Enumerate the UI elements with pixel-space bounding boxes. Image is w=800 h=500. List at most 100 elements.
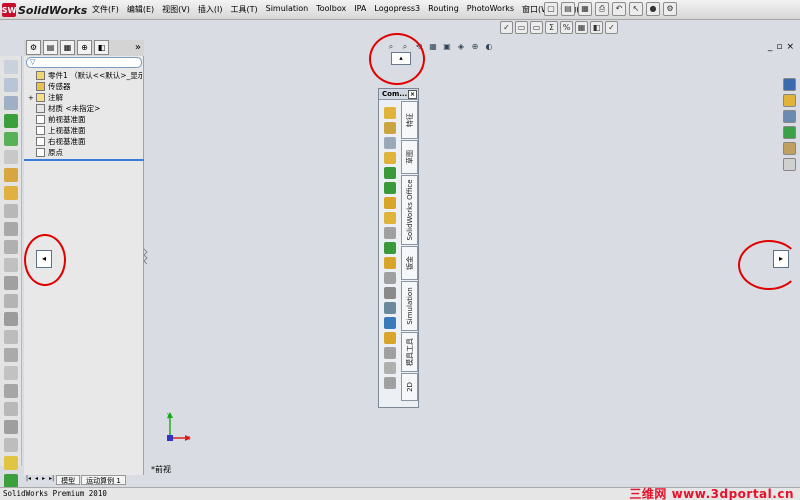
- command-manager-tab[interactable]: 特征: [401, 101, 418, 139]
- tool-icon[interactable]: [4, 150, 18, 164]
- open-icon[interactable]: ▤: [561, 2, 575, 16]
- menu-item[interactable]: 工具(T): [226, 4, 261, 15]
- feature-tool-icon[interactable]: [384, 212, 396, 224]
- options-icon[interactable]: ⚙: [663, 2, 677, 16]
- tool-icon[interactable]: [4, 186, 18, 200]
- select-icon[interactable]: ↖: [629, 2, 643, 16]
- tree-item[interactable]: 右视基准面: [28, 136, 142, 147]
- task-pane-icon[interactable]: [783, 78, 796, 91]
- new-document-icon[interactable]: ▢: [544, 2, 558, 16]
- bottom-tab[interactable]: 运动算例 1: [81, 475, 126, 485]
- close-icon[interactable]: ×: [408, 90, 417, 99]
- tool-icon[interactable]: [4, 204, 18, 218]
- feature-tool-icon[interactable]: [384, 332, 396, 344]
- view-tool-icon[interactable]: ▣: [441, 40, 453, 52]
- more-tabs-icon[interactable]: »: [135, 40, 141, 56]
- command-manager-tab[interactable]: Simulation: [401, 281, 418, 331]
- feature-tool-icon[interactable]: [384, 167, 396, 179]
- task-pane-icon[interactable]: [783, 142, 796, 155]
- menu-item[interactable]: PhotoWorks: [463, 4, 518, 15]
- window-control-icon[interactable]: _: [768, 42, 773, 52]
- toolbar-tool-icon[interactable]: Σ: [545, 21, 558, 34]
- rebuild-icon[interactable]: ●: [646, 2, 660, 16]
- feature-tool-icon[interactable]: [384, 272, 396, 284]
- tree-item[interactable]: 材质 <未指定>: [28, 103, 142, 114]
- command-manager-tab[interactable]: 2D: [401, 373, 418, 401]
- menu-item[interactable]: Routing: [424, 4, 463, 15]
- print-icon[interactable]: ⎙: [595, 2, 609, 16]
- feature-manager-tab-icon[interactable]: ◧: [94, 40, 109, 55]
- tool-icon[interactable]: [4, 438, 18, 452]
- feature-tool-icon[interactable]: [384, 137, 396, 149]
- tree-item[interactable]: 零件1 （默认<<默认>_显示状态: [28, 70, 142, 81]
- command-manager-tab[interactable]: SolidWorks Office: [401, 175, 418, 245]
- feature-tool-icon[interactable]: [384, 182, 396, 194]
- undo-icon[interactable]: ↶: [612, 2, 626, 16]
- toolbar-tool-icon[interactable]: ◧: [590, 21, 603, 34]
- tool-icon[interactable]: [4, 114, 18, 128]
- menu-item[interactable]: 视图(V): [158, 4, 194, 15]
- feature-manager-tab-icon[interactable]: ⊕: [77, 40, 92, 55]
- feature-tool-icon[interactable]: [384, 287, 396, 299]
- tab-nav-arrow-icon[interactable]: ▸|: [47, 475, 56, 485]
- tool-icon[interactable]: [4, 258, 18, 272]
- tree-item[interactable]: 传感器: [28, 81, 142, 92]
- toolbar-tool-icon[interactable]: ✓: [605, 21, 618, 34]
- expand-icon[interactable]: +: [28, 94, 34, 102]
- tab-nav-arrow-icon[interactable]: ▸: [40, 475, 47, 485]
- tool-icon[interactable]: [4, 474, 18, 488]
- panel-splitter-handle[interactable]: [143, 248, 149, 266]
- task-pane-icon[interactable]: [783, 110, 796, 123]
- toolbar-tool-icon[interactable]: ▦: [575, 21, 588, 34]
- feature-manager-tab-icon[interactable]: ⚙: [26, 40, 41, 55]
- tool-icon[interactable]: [4, 60, 18, 74]
- tool-icon[interactable]: [4, 222, 18, 236]
- view-tool-icon[interactable]: ▦: [427, 40, 439, 52]
- tool-icon[interactable]: [4, 78, 18, 92]
- command-manager-tab[interactable]: 模具工具: [401, 332, 418, 372]
- tool-icon[interactable]: [4, 312, 18, 326]
- feature-manager-tab-icon[interactable]: ▦: [60, 40, 75, 55]
- tool-icon[interactable]: [4, 366, 18, 380]
- feature-manager-tab-icon[interactable]: ▤: [43, 40, 58, 55]
- rollback-bar[interactable]: [24, 159, 144, 161]
- task-pane-icon[interactable]: [783, 94, 796, 107]
- tool-icon[interactable]: [4, 456, 18, 470]
- toolbar-tool-icon[interactable]: ▭: [515, 21, 528, 34]
- bottom-tab[interactable]: 模型: [56, 475, 81, 485]
- tool-icon[interactable]: [4, 240, 18, 254]
- tool-icon[interactable]: [4, 132, 18, 146]
- menu-item[interactable]: IPA: [350, 4, 370, 15]
- tree-item[interactable]: 原点: [28, 147, 142, 158]
- feature-tool-icon[interactable]: [384, 107, 396, 119]
- feature-tool-icon[interactable]: [384, 257, 396, 269]
- menu-item[interactable]: 编辑(E): [123, 4, 158, 15]
- tree-item[interactable]: 上视基准面: [28, 125, 142, 136]
- toolbar-tool-icon[interactable]: ▭: [530, 21, 543, 34]
- view-tool-icon[interactable]: ◐: [483, 40, 495, 52]
- window-control-icon[interactable]: ×: [786, 42, 794, 52]
- tool-icon[interactable]: [4, 384, 18, 398]
- command-manager-tab[interactable]: 钣金: [401, 246, 418, 280]
- toolbar-tool-icon[interactable]: %: [560, 21, 573, 34]
- app-logo[interactable]: SW SolidWorks: [2, 2, 87, 18]
- tool-icon[interactable]: [4, 348, 18, 362]
- tool-icon[interactable]: [4, 420, 18, 434]
- command-manager-tab[interactable]: 草图: [401, 140, 418, 174]
- tab-nav-arrow-icon[interactable]: |◂: [24, 475, 33, 485]
- tool-icon[interactable]: [4, 96, 18, 110]
- tree-item[interactable]: + 注解: [28, 92, 142, 103]
- task-pane-icon[interactable]: [783, 126, 796, 139]
- menu-item[interactable]: Logopress3: [370, 4, 424, 15]
- command-manager-title[interactable]: Com... ×: [379, 89, 418, 100]
- view-tool-icon[interactable]: ⊕: [469, 40, 481, 52]
- menu-item[interactable]: Toolbox: [312, 4, 350, 15]
- tool-icon[interactable]: [4, 402, 18, 416]
- feature-tool-icon[interactable]: [384, 152, 396, 164]
- feature-tool-icon[interactable]: [384, 242, 396, 254]
- feature-tool-icon[interactable]: [384, 347, 396, 359]
- menu-item[interactable]: 插入(I): [194, 4, 227, 15]
- feature-tool-icon[interactable]: [384, 377, 396, 389]
- feature-tool-icon[interactable]: [384, 122, 396, 134]
- save-icon[interactable]: ▦: [578, 2, 592, 16]
